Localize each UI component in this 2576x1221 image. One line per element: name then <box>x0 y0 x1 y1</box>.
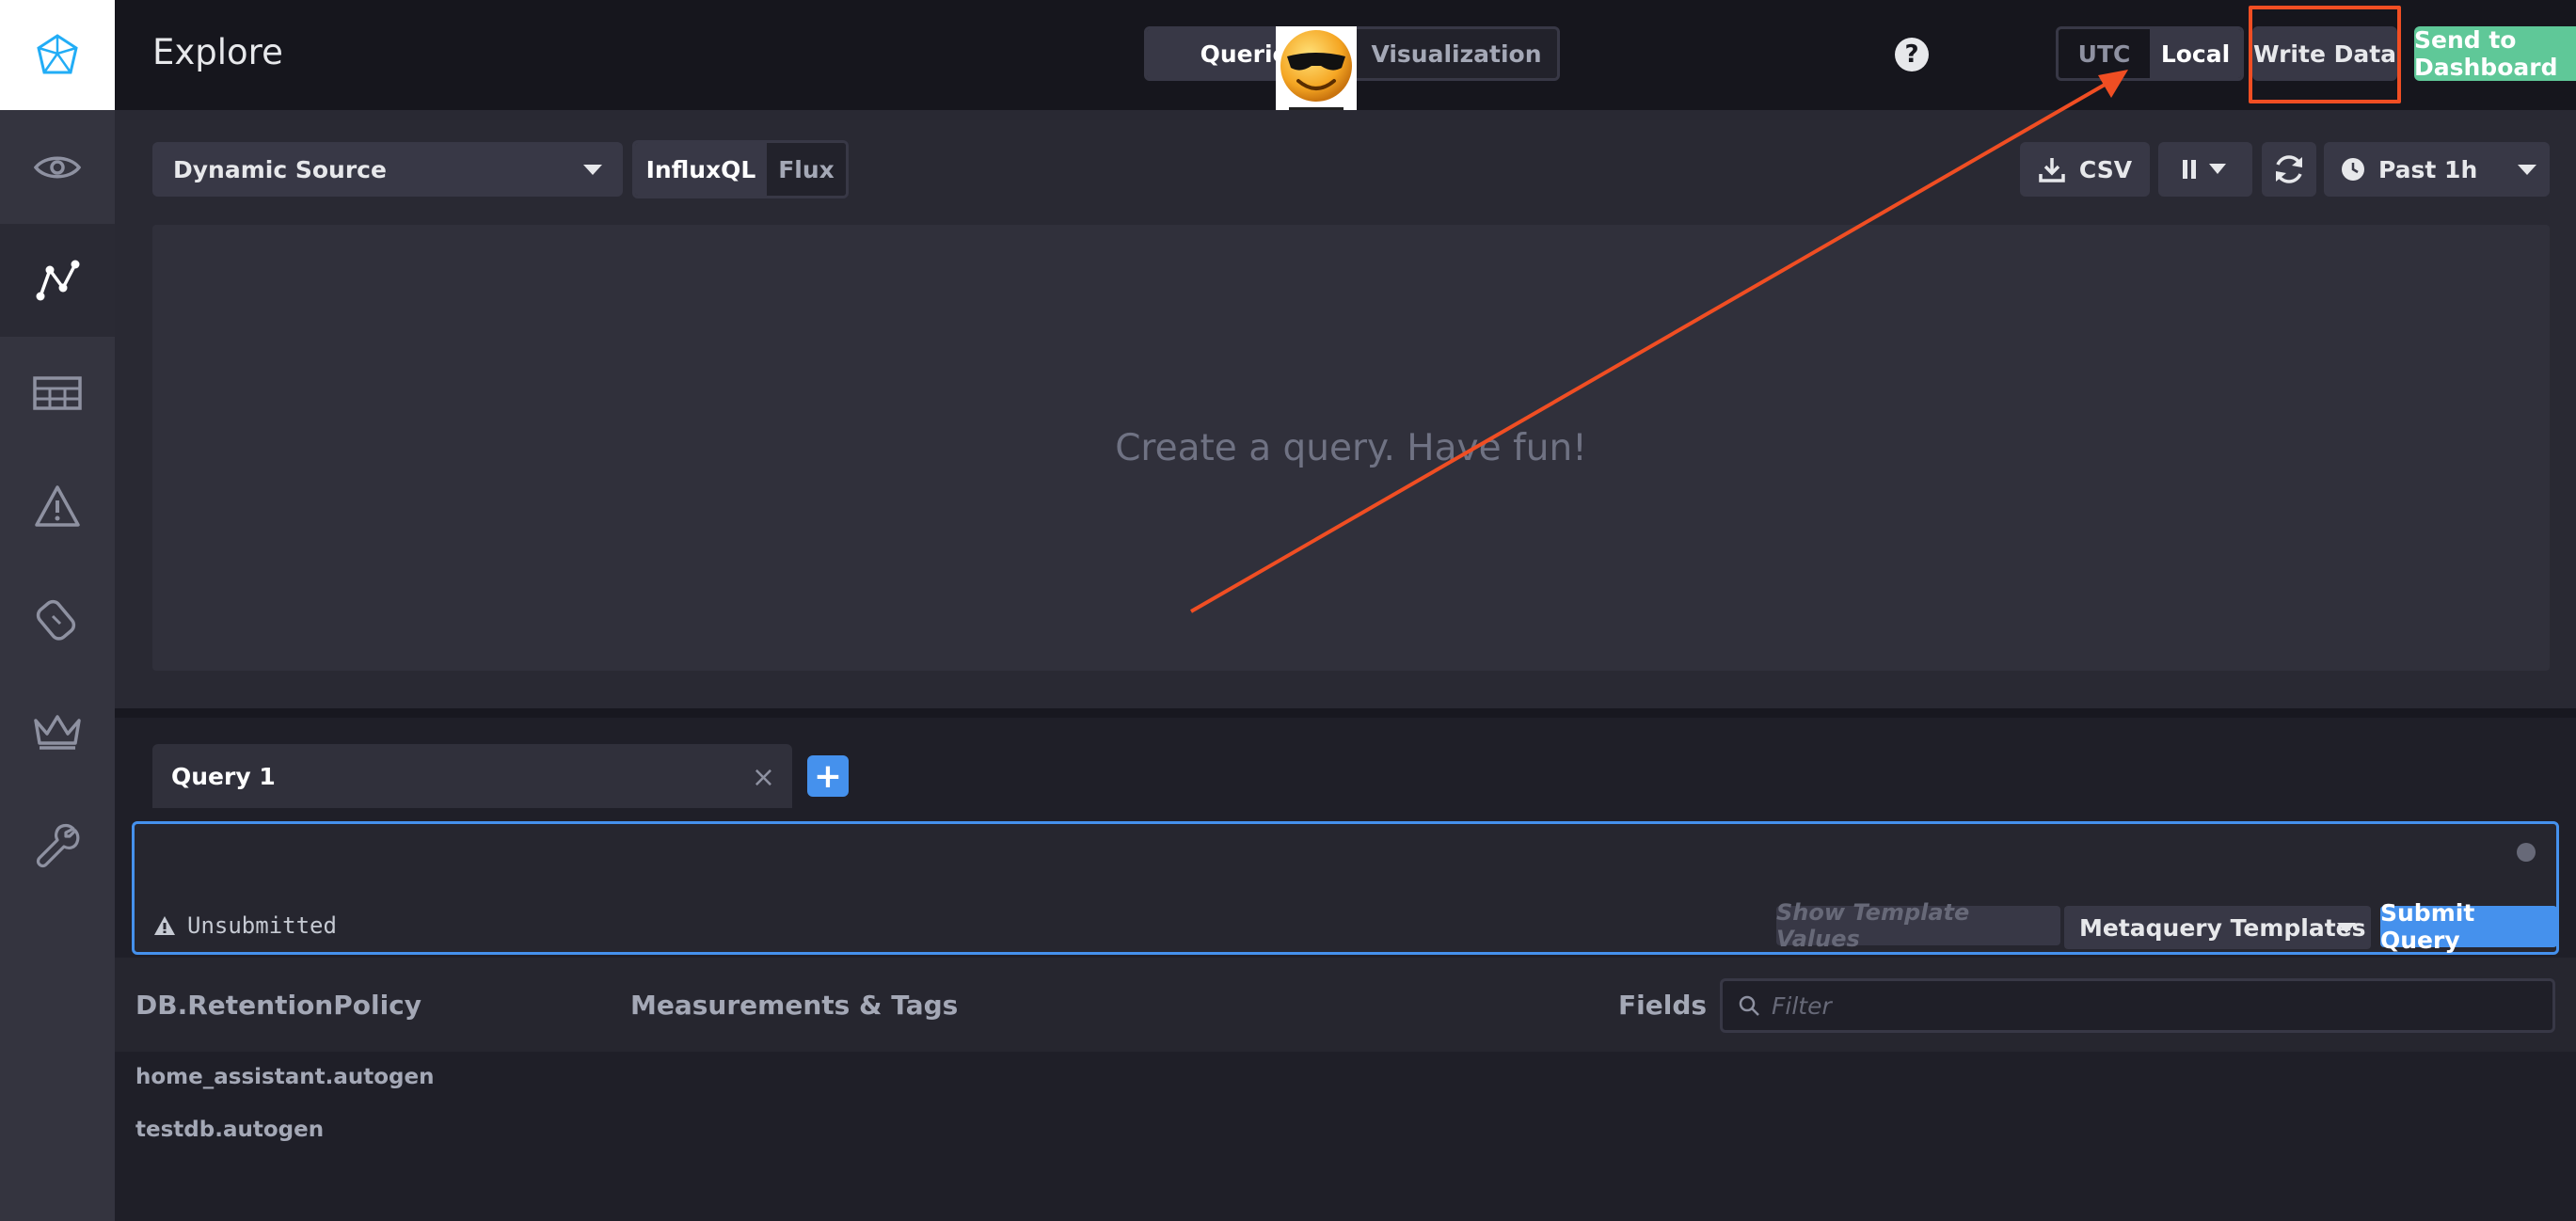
chevron-down-icon <box>2518 165 2536 175</box>
csv-download-button[interactable]: CSV <box>2020 142 2150 197</box>
csv-label: CSV <box>2078 155 2133 183</box>
sunglasses-smiley-avatar <box>1276 26 1357 119</box>
page-title: Explore <box>152 32 283 72</box>
influx-logo[interactable] <box>0 0 115 110</box>
sidebar-item-dashboards[interactable] <box>0 337 115 450</box>
graph-area: Create a query. Have fun! <box>152 225 2550 671</box>
query-language-toggle: InfluxQL Flux <box>632 140 849 198</box>
db-retention-policy-title: DB.RetentionPolicy <box>135 990 422 1021</box>
show-template-values-button[interactable]: Show Template Values <box>1776 899 2060 952</box>
tab-query-1[interactable]: Query 1 × <box>152 744 792 808</box>
write-data-button[interactable]: Write Data <box>2252 26 2397 81</box>
metaquery-templates-label: Metaquery Templates <box>2079 913 2366 942</box>
warning-icon <box>154 916 175 935</box>
fields-title: Fields <box>1618 990 1708 1021</box>
fields-filter <box>1720 978 2555 1033</box>
time-range-dropdown[interactable]: Past 1h <box>2324 142 2550 197</box>
editor-status-dot <box>2517 843 2536 862</box>
help-button[interactable]: ? <box>1895 38 1929 71</box>
list-item[interactable]: home_assistant.autogen <box>135 1065 434 1089</box>
source-dropdown[interactable]: Dynamic Source <box>152 142 623 197</box>
timezone-toggle: UTC Local <box>2056 26 2244 81</box>
add-query-button[interactable]: + <box>807 755 849 797</box>
table-icon <box>33 376 82 410</box>
empty-graph-message: Create a query. Have fun! <box>1115 426 1587 469</box>
measurements-tags-title: Measurements & Tags <box>630 990 959 1021</box>
filter-input[interactable] <box>1772 991 2552 1020</box>
query-status: Unsubmitted <box>153 912 337 939</box>
search-icon <box>1739 995 1759 1016</box>
graph-icon <box>36 260 80 301</box>
refresh-icon <box>2276 155 2302 183</box>
timezone-local[interactable]: Local <box>2150 29 2241 78</box>
chevron-down-icon <box>2337 923 2356 933</box>
query-tab-label: Query 1 <box>171 762 276 790</box>
close-icon[interactable]: × <box>752 761 775 794</box>
sidebar-item-log-viewer[interactable] <box>0 563 115 675</box>
sidebar <box>0 0 115 1221</box>
crown-icon <box>34 715 81 750</box>
autorefresh-dropdown[interactable] <box>2158 142 2252 197</box>
submit-query-button[interactable]: Submit Query <box>2380 899 2557 954</box>
sidebar-item-admin[interactable] <box>0 675 115 788</box>
wrench-icon <box>36 823 80 868</box>
sidebar-item-status[interactable] <box>0 111 115 224</box>
logo-icon <box>37 33 78 73</box>
alert-icon <box>35 485 80 527</box>
metaquery-templates-dropdown[interactable]: Metaquery Templates <box>2064 906 2371 949</box>
time-range-label: Past 1h <box>2378 155 2478 183</box>
sidebar-item-alerts[interactable] <box>0 450 115 563</box>
tab-visualization[interactable]: Visualization <box>1356 29 1557 78</box>
timezone-utc[interactable]: UTC <box>2059 29 2150 78</box>
source-dropdown-label: Dynamic Source <box>173 155 387 183</box>
eye-icon <box>34 156 81 179</box>
smiley-icon <box>1280 30 1352 113</box>
bandage-icon <box>36 599 76 641</box>
download-icon <box>2039 158 2065 182</box>
sidebar-item-explore[interactable] <box>0 224 115 337</box>
schema-explorer-header: DB.RetentionPolicy Measurements & Tags F… <box>115 958 2576 1052</box>
chevron-down-icon <box>583 165 602 175</box>
list-item[interactable]: testdb.autogen <box>135 1118 324 1142</box>
pause-icon <box>2183 160 2226 179</box>
refresh-button[interactable] <box>2262 142 2316 197</box>
sidebar-item-configuration[interactable] <box>0 788 115 901</box>
clock-icon <box>2342 158 2364 181</box>
resize-handle[interactable] <box>115 708 2576 718</box>
database-list: home_assistant.autogen testdb.autogen <box>115 1052 2576 1221</box>
language-influxql[interactable]: InfluxQL <box>635 143 767 196</box>
query-status-label: Unsubmitted <box>187 912 337 939</box>
language-flux[interactable]: Flux <box>767 143 846 196</box>
visualization-panel: Dynamic Source InfluxQL Flux CSV Past 1h… <box>115 110 2576 708</box>
send-to-dashboard-button[interactable]: Send to Dashboard <box>2414 26 2576 81</box>
